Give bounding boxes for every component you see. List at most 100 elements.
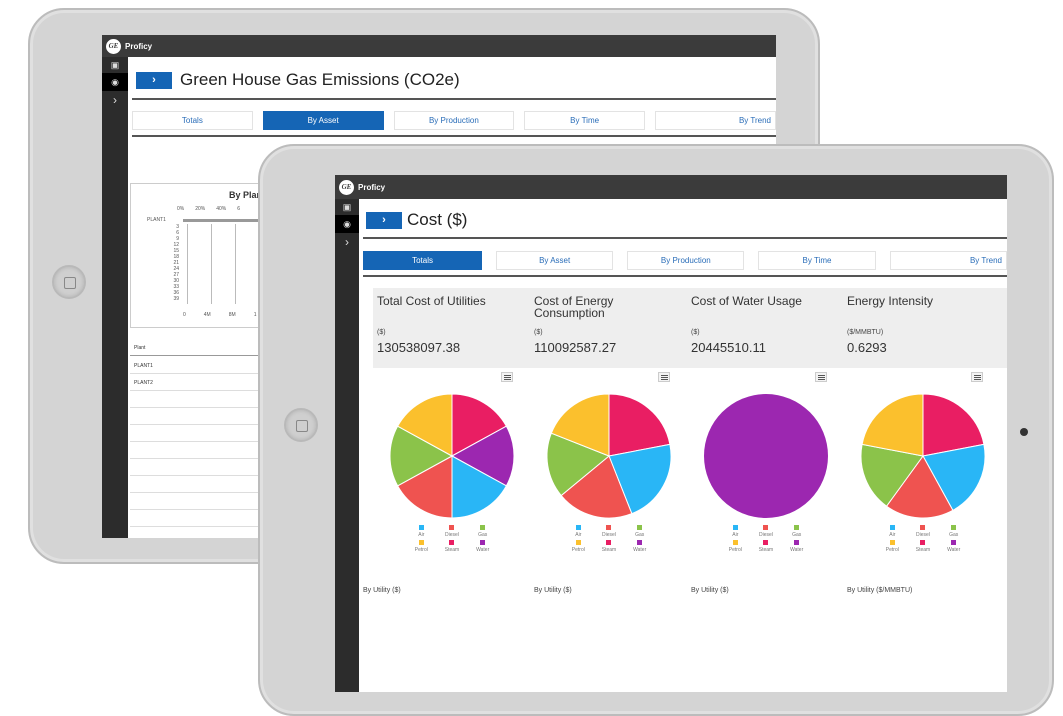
legend-swatch xyxy=(920,525,926,530)
legend-item[interactable]: Petrol xyxy=(720,540,751,553)
legend-swatch xyxy=(637,540,643,545)
chevron-right-icon[interactable]: › xyxy=(102,91,128,109)
tab-by-trend[interactable]: By Trend xyxy=(655,111,776,130)
legend-label: Air xyxy=(732,532,739,538)
legend-item[interactable]: Water xyxy=(467,540,498,553)
page-title: Green House Gas Emissions (CO2e) xyxy=(180,70,460,89)
legend-item[interactable]: Air xyxy=(406,525,437,538)
legend-label: Air xyxy=(889,532,896,538)
legend-label: Petrol xyxy=(571,547,585,553)
pie-slice-water[interactable] xyxy=(704,394,828,518)
legend-swatch xyxy=(889,525,895,530)
chart-menu-icon[interactable] xyxy=(658,372,670,382)
dashboard-icon[interactable]: ▣ xyxy=(335,199,359,215)
metric-value: 130538097.38 xyxy=(377,340,461,355)
legend-item[interactable]: Gas xyxy=(624,525,655,538)
chart-menu-icon[interactable] xyxy=(971,372,983,382)
legend-label: Gas xyxy=(792,532,802,538)
legend-item[interactable]: Gas xyxy=(781,525,812,538)
chevron-right-icon[interactable]: › xyxy=(335,233,359,251)
legend-swatch xyxy=(951,525,957,530)
gauge-icon[interactable]: ◉ xyxy=(335,215,359,233)
ge-logo-icon: GE xyxy=(106,38,121,54)
dashboard-icon[interactable]: ▣ xyxy=(102,57,128,73)
tab-by-production[interactable]: By Production xyxy=(627,251,745,270)
front-tablet-home-button[interactable] xyxy=(284,408,318,442)
y-tick: 39 xyxy=(173,296,179,302)
front-titlebar: › Cost ($) xyxy=(363,203,1007,239)
legend-item[interactable]: Water xyxy=(938,540,969,553)
legend-label: Water xyxy=(476,547,490,553)
legend-item[interactable]: Air xyxy=(877,525,908,538)
legend-label: Diesel xyxy=(759,532,773,538)
front-tabs: Totals By Asset By Production By Time By… xyxy=(363,245,1007,277)
tab-by-asset[interactable]: By Asset xyxy=(262,111,384,130)
legend-item[interactable]: Diesel xyxy=(594,525,625,538)
chart-caption: By Utility ($) xyxy=(534,587,572,594)
legend-item[interactable]: Gas xyxy=(938,525,969,538)
tab-by-trend[interactable]: By Trend xyxy=(889,251,1007,270)
legend-swatch xyxy=(920,540,926,545)
legend-swatch xyxy=(763,525,769,530)
legend-swatch xyxy=(794,540,800,545)
metric-unit: ($/MMBTU) xyxy=(847,329,884,336)
legend-item[interactable]: Steam xyxy=(594,540,625,553)
pie-chart-intensity xyxy=(860,393,986,519)
back-tablet-home-button[interactable] xyxy=(52,265,86,299)
tab-by-time[interactable]: By Time xyxy=(758,251,876,270)
tab-totals[interactable]: Totals xyxy=(132,111,253,130)
legend-item[interactable]: Petrol xyxy=(877,540,908,553)
legend-swatch xyxy=(480,540,486,545)
camera-icon xyxy=(1020,428,1028,436)
legend-item[interactable]: Diesel xyxy=(751,525,782,538)
legend-item[interactable]: Air xyxy=(720,525,751,538)
app-name: Proficy xyxy=(125,41,153,51)
back-tabs: Totals By Asset By Production By Time By… xyxy=(132,107,776,137)
metric-unit: ($) xyxy=(377,329,386,336)
chart-menu-icon[interactable] xyxy=(501,372,513,382)
legend-label: Water xyxy=(947,547,961,553)
legend-label: Diesel xyxy=(602,532,616,538)
gridline xyxy=(211,224,212,304)
gauge-icon[interactable]: ◉ xyxy=(102,73,128,91)
ge-logo-icon: GE xyxy=(339,179,354,195)
bottom-tick: 4M xyxy=(203,312,211,318)
legend-swatch xyxy=(951,540,957,545)
legend-item[interactable]: Diesel xyxy=(437,525,468,538)
legend-swatch xyxy=(575,525,581,530)
legend-label: Petrol xyxy=(414,547,428,553)
pie-legend: Air Diesel Gas Petrol Steam Water xyxy=(563,525,655,553)
legend-item[interactable]: Petrol xyxy=(406,540,437,553)
legend-label: Water xyxy=(633,547,647,553)
bottom-tick: 0 xyxy=(183,312,186,318)
tab-by-asset[interactable]: By Asset xyxy=(496,251,614,270)
legend-item[interactable]: Steam xyxy=(751,540,782,553)
legend-item[interactable]: Petrol xyxy=(563,540,594,553)
tab-by-production[interactable]: By Production xyxy=(393,111,515,130)
legend-item[interactable]: Gas xyxy=(467,525,498,538)
chart-menu-icon[interactable] xyxy=(815,372,827,382)
bottom-tick: 1 xyxy=(253,312,257,318)
chart-caption: By Utility ($) xyxy=(691,587,729,594)
gridline xyxy=(235,224,236,304)
legend-item[interactable]: Water xyxy=(781,540,812,553)
top-tick: 40% xyxy=(216,206,227,212)
front-tablet-frame: GE Proficy ▣ ◉ › › Cost ($) Totals By As… xyxy=(258,144,1054,716)
legend-item[interactable]: Diesel xyxy=(908,525,939,538)
top-tick: 20% xyxy=(195,206,206,212)
expand-button[interactable]: › xyxy=(136,71,172,89)
expand-button[interactable]: › xyxy=(366,211,402,229)
tab-totals[interactable]: Totals xyxy=(363,251,483,270)
metric-water-cost: Cost of Water Usage ($) 20445510.11 xyxy=(691,295,841,355)
tab-by-time[interactable]: By Time xyxy=(524,111,645,130)
metric-energy-intensity: Energy Intensity ($/MMBTU) 0.6293 xyxy=(847,295,997,355)
legend-item[interactable]: Steam xyxy=(437,540,468,553)
legend-swatch xyxy=(449,540,455,545)
legend-swatch xyxy=(418,540,424,545)
legend-item[interactable]: Air xyxy=(563,525,594,538)
chart-caption: By Utility ($) xyxy=(363,587,401,594)
legend-label: Petrol xyxy=(885,547,899,553)
legend-item[interactable]: Water xyxy=(624,540,655,553)
pie-legend: Air Diesel Gas Petrol Steam Water xyxy=(720,525,812,553)
legend-item[interactable]: Steam xyxy=(908,540,939,553)
